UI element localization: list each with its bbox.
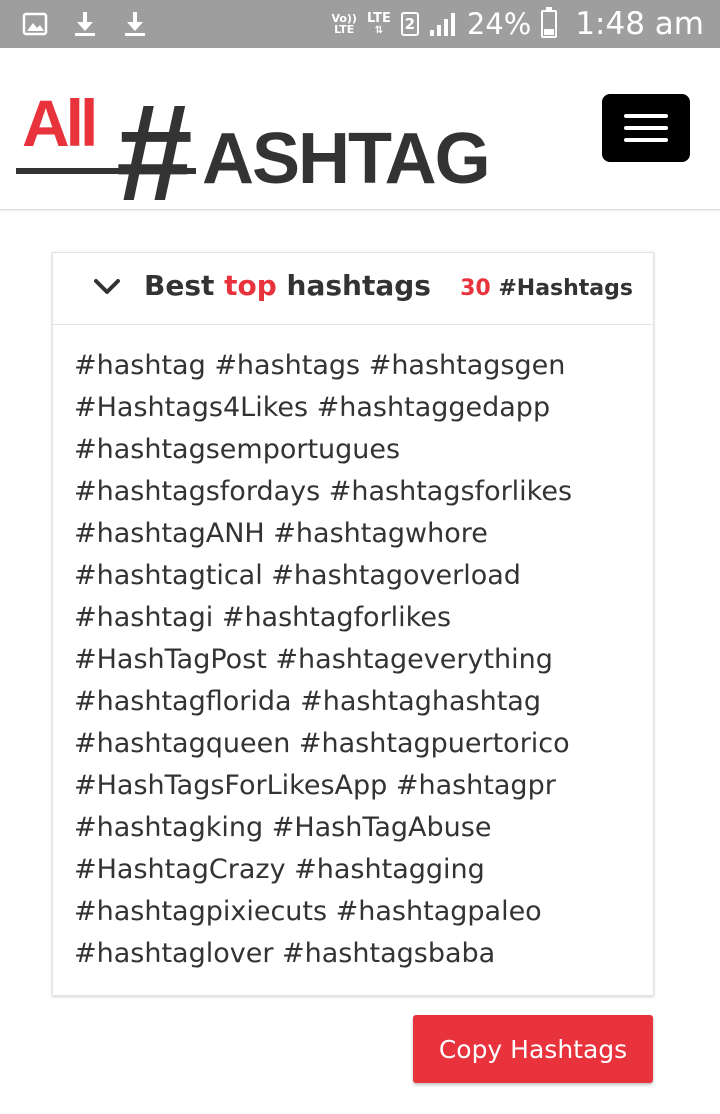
hashtag-line: #hashtagking #HashTagAbuse (74, 812, 492, 843)
chevron-down-icon[interactable] (93, 277, 121, 297)
lte-indicator: LTE ⇅ (366, 11, 391, 36)
hashtag-line: #hashtagi #hashtagforlikes (74, 602, 452, 633)
status-bar: Vo)) LTE LTE ⇅ 2 24% 1:48 am (0, 0, 720, 48)
hashtag-line: #hashtagsemportugues (74, 434, 401, 465)
hashtag-list: #hashtag #hashtags #hashtagsgen #Hashtag… (74, 345, 634, 975)
hashtag-line: #hashtag #hashtags #hashtagsgen (74, 350, 566, 381)
hashtag-line: #hashtagpixiecuts #hashtagpaleo (74, 896, 542, 927)
hashtag-line: #HashTagsForLikesApp #hashtagpr (74, 770, 556, 801)
hamburger-menu-icon (624, 114, 668, 118)
download-icon (75, 12, 95, 36)
copy-hashtags-button[interactable]: Copy Hashtags (413, 1015, 653, 1083)
card-title: Best top hashtags (144, 269, 431, 302)
svg-text:ASHTAG: ASHTAG (202, 119, 489, 199)
status-clock: 1:48 am (575, 6, 704, 42)
hashtag-count: 30 #Hashtags (460, 276, 633, 301)
hashtag-line: #hashtagqueen #hashtagpuertorico (74, 728, 570, 759)
hashtag-line: #hashtaglover #hashtagsbaba (74, 938, 496, 969)
battery-percent: 24% (466, 7, 532, 41)
card-header[interactable]: Best top hashtags 30 #Hashtags (53, 253, 653, 325)
allhashtag-logo[interactable]: All # ASHTAG (14, 88, 504, 218)
hashtag-line: #HashTagPost #hashtageverything (74, 644, 553, 675)
signal-icon (429, 13, 455, 36)
site-header: All # ASHTAG (0, 48, 720, 218)
volte-indicator: Vo)) LTE (331, 12, 357, 36)
hashtag-card: Best top hashtags 30 #Hashtags #hashtag … (52, 252, 654, 996)
hashtag-line: #hashtagtical #hashtagoverload (74, 560, 521, 591)
hashtag-line: #hashtagflorida #hashtaghashtag (74, 686, 541, 717)
sim-slot-indicator: 2 (400, 12, 419, 36)
gallery-icon (22, 12, 48, 36)
battery-icon (541, 7, 558, 38)
hashtag-line: #HashtagCrazy #hashtagging (74, 854, 485, 885)
hashtag-line: #hashtagsfordays #hashtagsforlikes (74, 476, 573, 507)
hamburger-menu-button[interactable] (602, 94, 690, 162)
hashtag-line: #hashtagANH #hashtagwhore (74, 518, 488, 549)
download-icon (125, 12, 145, 36)
svg-text:#: # (116, 88, 193, 218)
svg-text:All: All (22, 88, 94, 160)
hashtag-line: #Hashtags4Likes #hashtaggedapp (74, 392, 551, 423)
